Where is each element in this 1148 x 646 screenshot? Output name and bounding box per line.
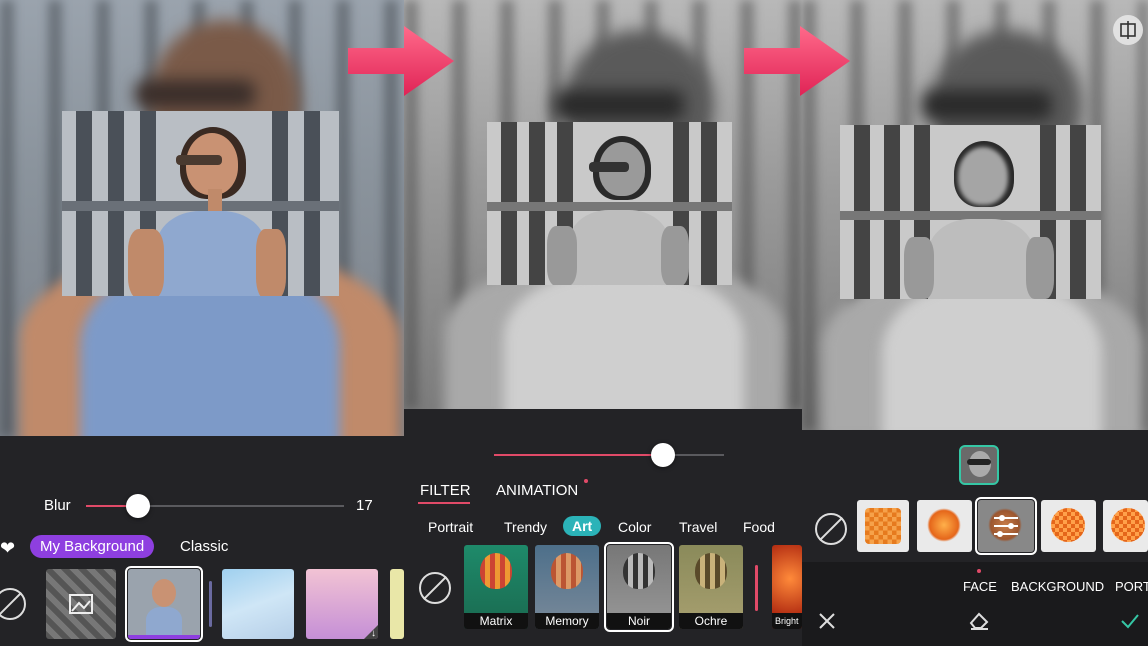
tab-portrait[interactable]: PORT	[1115, 579, 1148, 594]
category-art[interactable]: Art	[563, 516, 602, 536]
transition-arrow-icon	[348, 26, 454, 96]
filter-thumb-memory[interactable]: Memory	[535, 545, 599, 629]
filter-name: Noir	[607, 613, 671, 629]
category-food[interactable]: Food	[743, 519, 775, 535]
panel-face-effects: FACE BACKGROUND PORT	[802, 0, 1148, 646]
download-icon[interactable]: ↓	[371, 628, 376, 639]
blur-label: Blur	[44, 497, 71, 514]
none-icon[interactable]	[0, 588, 26, 620]
heart-icon[interactable]: ❤	[0, 538, 15, 558]
active-tab-dot	[977, 569, 981, 573]
blur-controls: Blur 17 ❤ My Background Classic ↓	[0, 436, 404, 646]
transition-arrow-icon	[744, 26, 850, 96]
face-controls: FACE BACKGROUND PORT	[802, 430, 1148, 646]
filter-intensity-fill	[494, 454, 662, 456]
background-thumb-sky[interactable]	[222, 569, 294, 639]
category-color[interactable]: Color	[618, 519, 651, 535]
filter-thumb-ochre[interactable]: Ochre	[679, 545, 743, 629]
photo-inset	[62, 111, 339, 296]
photo-inset	[840, 125, 1101, 299]
filter-controls: FILTER ANIMATION Portrait Trendy Art Col…	[404, 409, 802, 646]
tab-filter-underline	[418, 502, 470, 504]
tab-background[interactable]: BACKGROUND	[1011, 579, 1104, 594]
filter-name: Memory	[535, 613, 599, 629]
effect-thumb-flower[interactable]	[917, 500, 972, 552]
filter-thumb-bright[interactable]: Bright	[772, 545, 802, 629]
filter-name: Matrix	[464, 613, 528, 629]
effect-thumb-pixel-flower[interactable]	[1041, 500, 1096, 552]
background-thumb-photo[interactable]	[125, 566, 203, 642]
tab-my-background[interactable]: My Background	[30, 535, 155, 558]
filter-name: Ochre	[679, 613, 743, 629]
none-icon[interactable]	[815, 513, 847, 545]
category-portrait[interactable]: Portrait	[428, 519, 473, 535]
tab-classic[interactable]: Classic	[180, 538, 228, 555]
effect-thumb-selected[interactable]	[975, 497, 1037, 555]
filter-thumb-matrix[interactable]: Matrix	[464, 545, 528, 629]
none-icon[interactable]	[419, 572, 451, 604]
filter-intensity-knob[interactable]	[651, 443, 675, 467]
panel-blur-background: Blur 17 ❤ My Background Classic ↓	[0, 0, 404, 646]
photo-inset	[487, 122, 732, 285]
background-thumb-partial[interactable]	[390, 569, 404, 639]
effect-thumb-partial[interactable]	[1103, 500, 1148, 552]
filter-thumb-noir[interactable]: Noir	[604, 542, 674, 632]
thumb-divider	[209, 581, 212, 627]
image-icon	[69, 594, 93, 614]
filter-name: Bright	[772, 613, 802, 629]
effect-thumb-pixel[interactable]	[857, 500, 909, 552]
check-icon[interactable]	[1120, 612, 1140, 630]
tab-animation[interactable]: ANIMATION	[496, 482, 578, 499]
compare-icon[interactable]	[1113, 15, 1143, 45]
eraser-icon[interactable]	[968, 610, 990, 630]
tab-face[interactable]: FACE	[963, 579, 997, 594]
blur-slider-knob[interactable]	[126, 494, 150, 518]
new-indicator-dot	[584, 479, 588, 483]
category-trendy[interactable]: Trendy	[504, 519, 547, 535]
tab-bar	[802, 562, 1148, 646]
background-thumb-gradient[interactable]: ↓	[306, 569, 378, 639]
blur-value: 17	[356, 497, 373, 514]
face-avatar[interactable]	[959, 445, 999, 485]
filter-group-divider	[755, 565, 758, 611]
background-thumb-pattern[interactable]	[46, 569, 116, 639]
tab-filter[interactable]: FILTER	[420, 482, 471, 499]
close-icon[interactable]	[818, 612, 836, 630]
category-travel[interactable]: Travel	[679, 519, 717, 535]
sliders-icon	[994, 515, 1018, 537]
